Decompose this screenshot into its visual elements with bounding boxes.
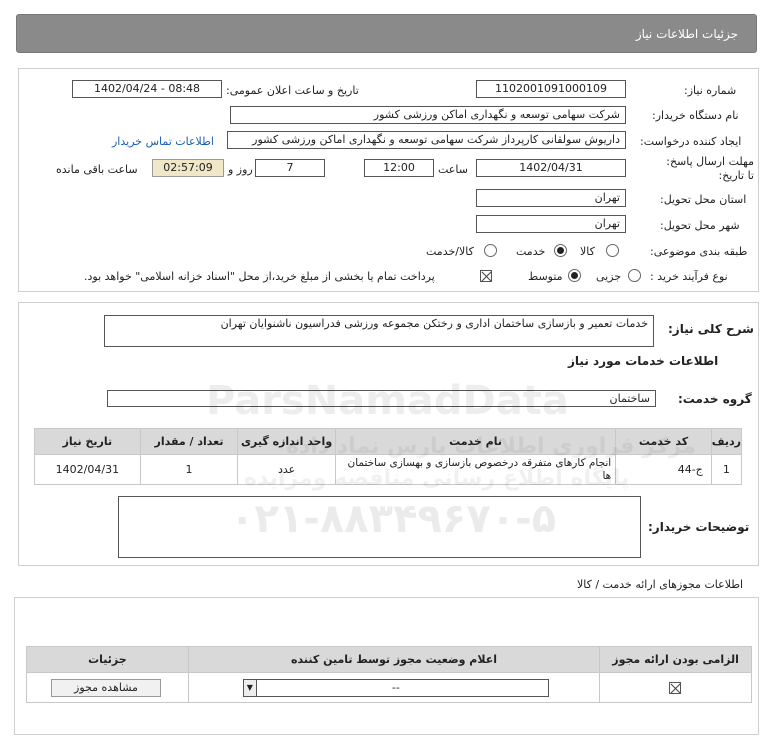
cell-unit: عدد [237,454,336,485]
deadline-time-field[interactable]: 12:00 [364,159,434,177]
category-option-goods-service: کالا/خدمت [426,245,474,258]
view-permit-button[interactable]: مشاهده مجوز [51,679,161,697]
days-field[interactable]: 7 [255,159,325,177]
services-table: ردیف کد خدمت نام خدمت واحد اندازه گیری ت… [34,428,743,485]
announce-datetime-label: تاریخ و ساعت اعلان عمومی: [226,84,359,97]
permit-status-value: -- [391,681,400,694]
cell-permit-required [599,672,752,703]
days-label: روز و [228,163,253,176]
category-option-goods: کالا [580,245,595,258]
cell-permit-details: مشاهده مجوز [26,672,189,703]
buyer-contact-link[interactable]: اطلاعات تماس خریدار [112,135,214,148]
chevron-down-icon[interactable]: ▼ [242,679,257,697]
requester-label: ایجاد کننده درخواست: [640,135,742,148]
cell-need-date: 1402/04/31 [34,454,141,485]
province-field[interactable]: تهران [476,189,626,207]
col-need-date: تاریخ نیاز [34,428,141,455]
col-row: ردیف [710,428,743,455]
permits-table: الزامی بودن ارائه مجوز اعلام وضعیت مجوز … [26,646,752,703]
cell-service-code: ج-44 [615,454,712,485]
buyer-notes-label: توضیحات خریدار: [648,520,750,534]
service-group-field[interactable]: ساختمان [107,390,656,407]
province-label: استان محل تحویل: [660,193,747,206]
announce-datetime-field[interactable]: 1402/04/24 - 08:48 [72,80,222,98]
buyer-notes-field[interactable] [118,496,641,558]
cell-permit-status: -- ▼ [187,672,601,703]
time-label: ساعت [438,163,468,176]
city-field[interactable]: تهران [476,215,626,233]
col-permit-required: الزامی بودن ارائه مجوز [599,646,752,673]
purchase-option-medium: متوسط [528,270,563,283]
cell-row: 1 [710,454,743,485]
summary-field[interactable]: خدمات تعمیر و بازسازی ساختمان اداری و رخ… [104,315,654,347]
purchase-type-label: نوع فرآیند خرید : [650,270,728,283]
table-row: -- ▼ مشاهده مجوز [26,672,752,703]
purchase-option-minor: جزیی [596,270,622,283]
col-unit: واحد اندازه گیری [237,428,336,455]
category-label: طبقه بندی موضوعی: [650,245,748,258]
table-row[interactable]: 1 ج-44 انجام کارهای متفرقه درخصوص بازساز… [34,454,743,485]
col-service-name: نام خدمت [334,428,617,455]
col-permit-status: اعلام وضعیت مجوز توسط تامین کننده [187,646,601,673]
category-radio-service[interactable] [554,244,567,257]
col-permit-details: جزئیات [26,646,189,673]
col-quantity: تعداد / مقدار [139,428,239,455]
treasury-note: پرداخت تمام یا بخشی از مبلغ خرید،از محل … [84,270,435,283]
services-heading: اطلاعات خدمات مورد نیاز [568,354,719,368]
requester-field[interactable]: داریوش سولقانی کارپرداز شرکت سهامی توسعه… [227,131,626,149]
category-option-service: خدمت [516,245,546,258]
need-number-field[interactable]: 1102001091000109 [476,80,626,98]
treasury-checkbox[interactable] [480,270,492,282]
purchase-radio-minor[interactable] [628,269,641,282]
permit-required-checkbox[interactable] [669,682,682,694]
page-title-bar: جزئیات اطلاعات نیاز [16,14,757,53]
cell-service-name: انجام کارهای متفرقه درخصوص بازسازی و بهس… [334,454,617,485]
need-info-panel [18,68,759,292]
remaining-time-field: 02:57:09 [152,159,224,177]
services-table-header: ردیف کد خدمت نام خدمت واحد اندازه گیری ت… [34,428,743,455]
permit-status-select[interactable]: -- [242,679,549,697]
deadline-label: مهلت ارسال پاسخ: تا تاریخ: [666,155,754,182]
cell-quantity: 1 [139,454,239,485]
buyer-org-label: نام دستگاه خریدار: [652,109,739,122]
summary-label: شرح کلی نیاز: [668,322,754,336]
remaining-label: ساعت باقی مانده [56,163,138,176]
page-title: جزئیات اطلاعات نیاز [635,26,738,41]
need-number-label: شماره نیاز: [684,84,737,97]
purchase-radio-medium[interactable] [568,269,581,282]
permits-heading: اطلاعات مجوزهای ارائه خدمت / کالا [577,578,744,591]
deadline-date-field[interactable]: 1402/04/31 [476,159,626,177]
buyer-org-field[interactable]: شرکت سهامی توسعه و نگهداری اماکن ورزشی ک… [230,106,626,124]
service-group-label: گروه خدمت: [678,392,752,406]
col-service-code: کد خدمت [615,428,712,455]
permits-table-header: الزامی بودن ارائه مجوز اعلام وضعیت مجوز … [26,646,752,673]
category-radio-goods[interactable] [606,244,619,257]
city-label: شهر محل تحویل: [660,219,740,232]
category-radio-goods-service[interactable] [484,244,497,257]
